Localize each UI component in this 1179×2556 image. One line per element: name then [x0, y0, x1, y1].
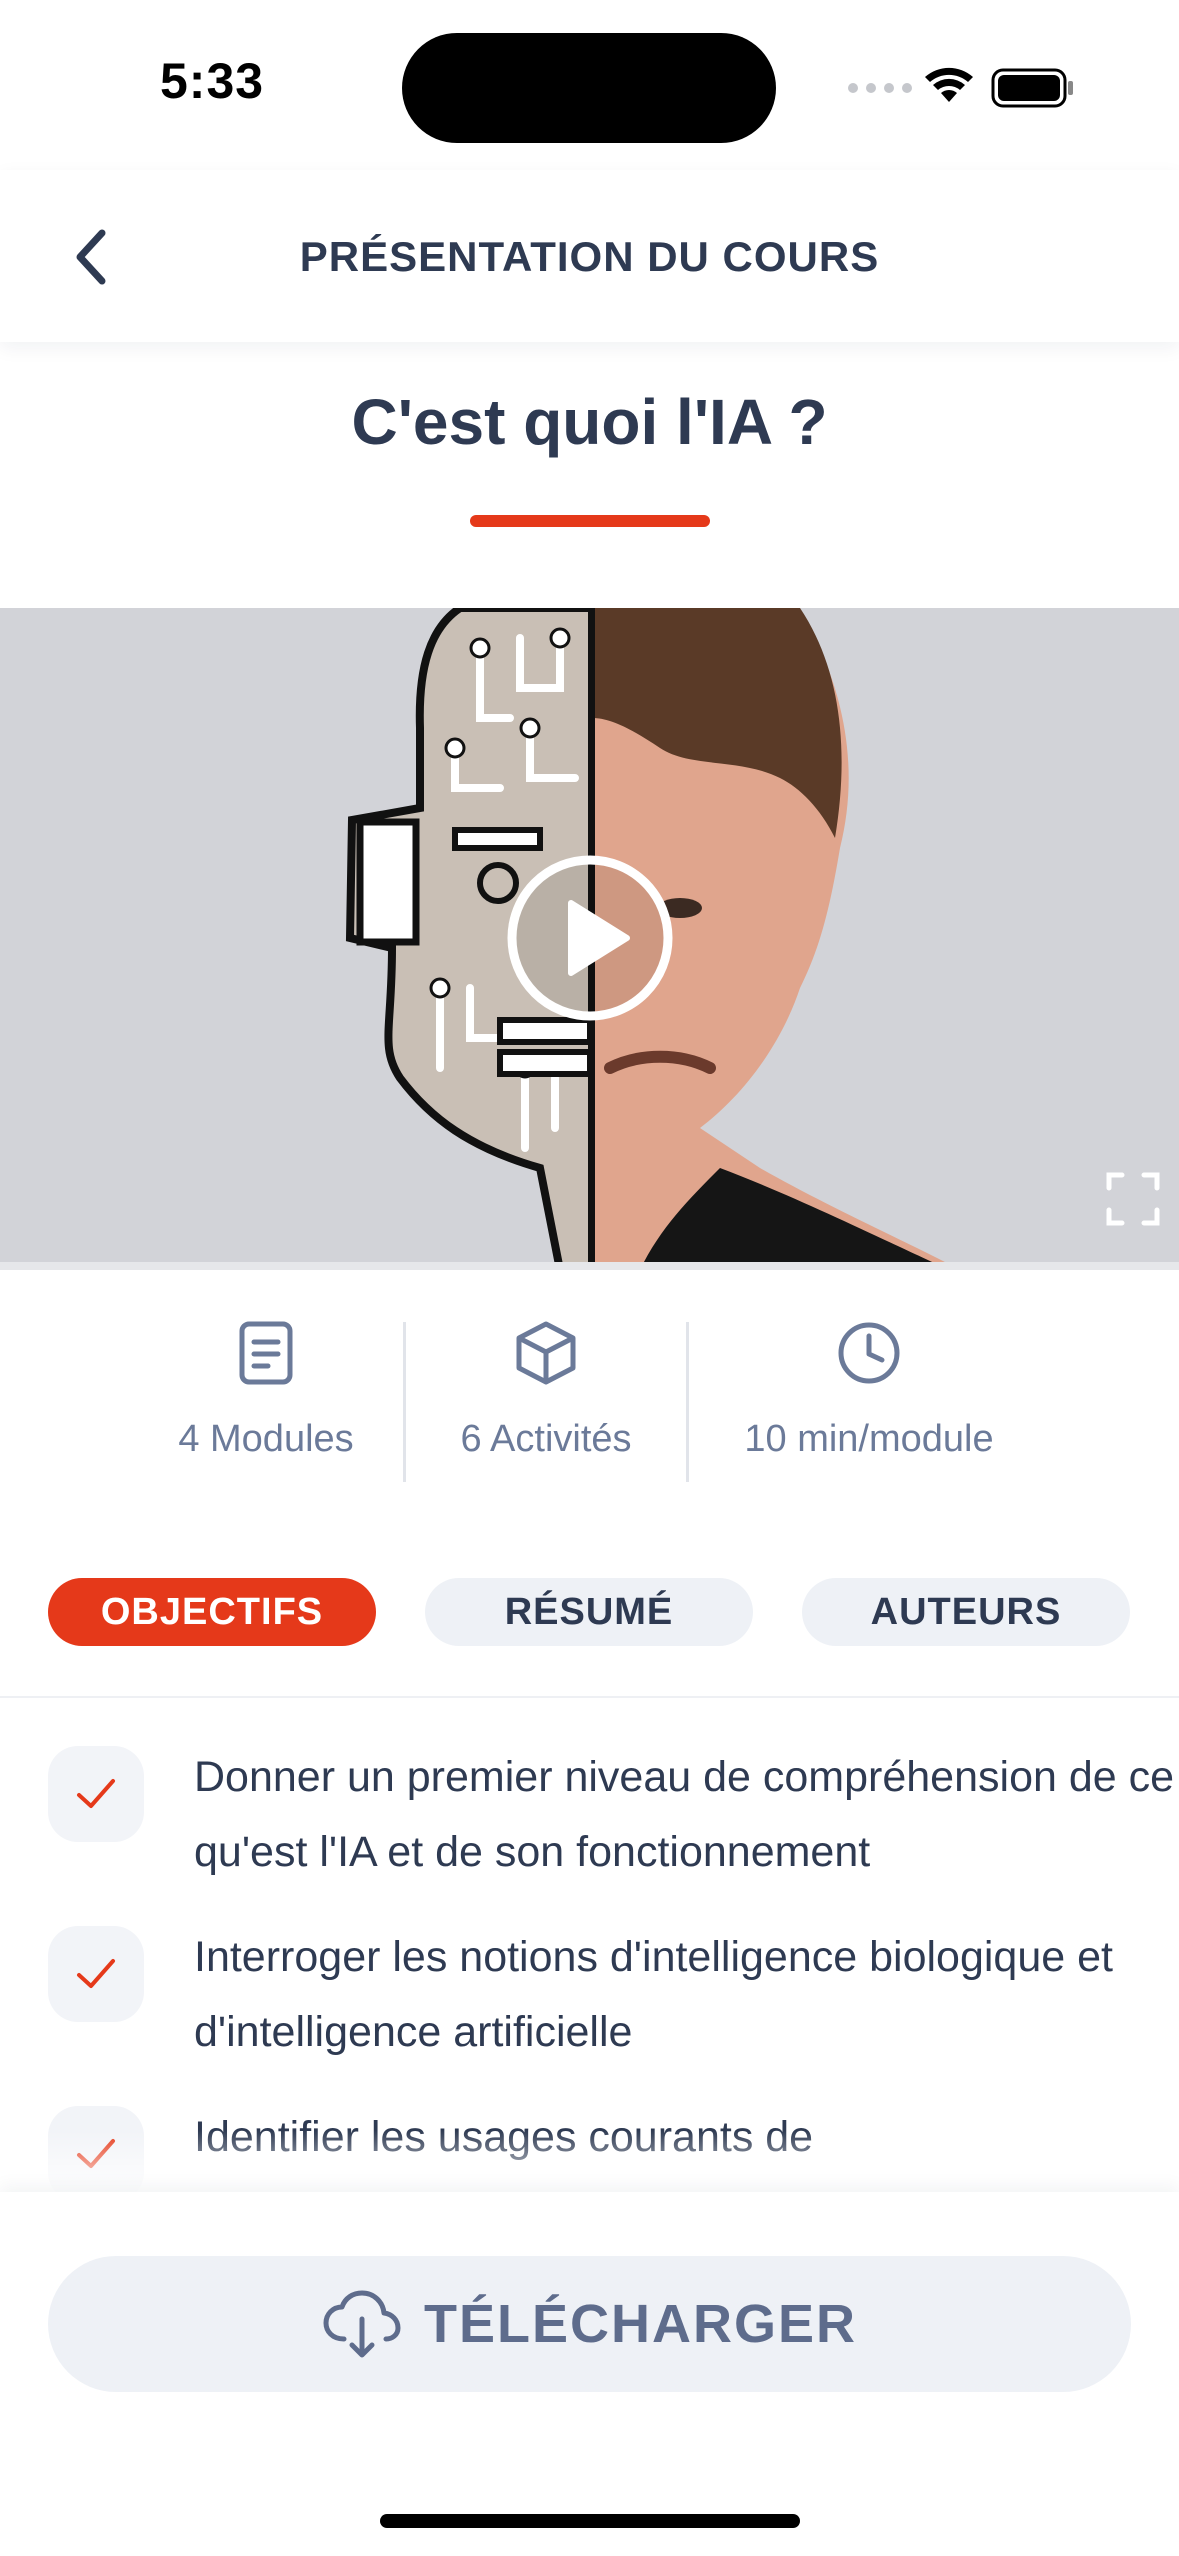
signal-icon — [848, 83, 912, 93]
objective-text: Donner un premier niveau de compréhensio… — [194, 1753, 1175, 1876]
title-underline — [470, 515, 710, 527]
course-title: C'est quoi l'IA ? — [351, 386, 828, 458]
dynamic-island — [402, 33, 776, 143]
play-button[interactable] — [505, 853, 675, 1023]
fullscreen-icon — [1106, 1172, 1160, 1226]
status-icons — [845, 62, 1085, 112]
objective-text: Interroger les notions d'intelligence bi… — [194, 1933, 1113, 2056]
stat-duration: 10 min/module — [724, 1320, 1014, 1461]
page-title: PRÉSENTATION DU COURS — [299, 233, 880, 280]
stat-modules-label: 4 Modules — [178, 1418, 354, 1460]
tab-objectifs[interactable]: OBJECTIFS — [48, 1578, 376, 1646]
wifi-icon — [925, 67, 973, 102]
stat-activities-label: 6 Activités — [460, 1418, 632, 1460]
battery-icon — [991, 68, 1073, 108]
stat-modules: 4 Modules — [121, 1320, 411, 1461]
status-time: 5:33 — [160, 53, 265, 109]
check-badge — [48, 1746, 144, 1842]
tab-resume[interactable]: RÉSUMÉ — [425, 1578, 753, 1646]
stat-divider — [686, 1322, 689, 1482]
divider — [0, 1696, 1179, 1698]
objectives-list: Donner un premier niveau de compréhensio… — [0, 1740, 1179, 2192]
document-icon — [239, 1321, 293, 1385]
fullscreen-button[interactable] — [1106, 1172, 1160, 1226]
stat-duration-label: 10 min/module — [744, 1418, 994, 1460]
check-badge — [48, 1926, 144, 2022]
home-indicator — [380, 2514, 800, 2528]
check-icon — [77, 1779, 115, 1808]
tab-auteurs[interactable]: AUTEURS — [802, 1578, 1130, 1646]
video-progress-bar[interactable] — [0, 1262, 1179, 1270]
download-label: TÉLÉCHARGER — [423, 2294, 857, 2354]
check-icon — [77, 1959, 115, 1988]
list-fade — [0, 2130, 1179, 2192]
cloud-download-icon — [323, 2290, 401, 2358]
cube-icon — [516, 1321, 576, 1385]
download-button[interactable]: TÉLÉCHARGER — [48, 2256, 1131, 2392]
clock-icon — [838, 1322, 900, 1384]
play-icon — [507, 855, 673, 1021]
stat-activities: 6 Activités — [401, 1320, 691, 1461]
